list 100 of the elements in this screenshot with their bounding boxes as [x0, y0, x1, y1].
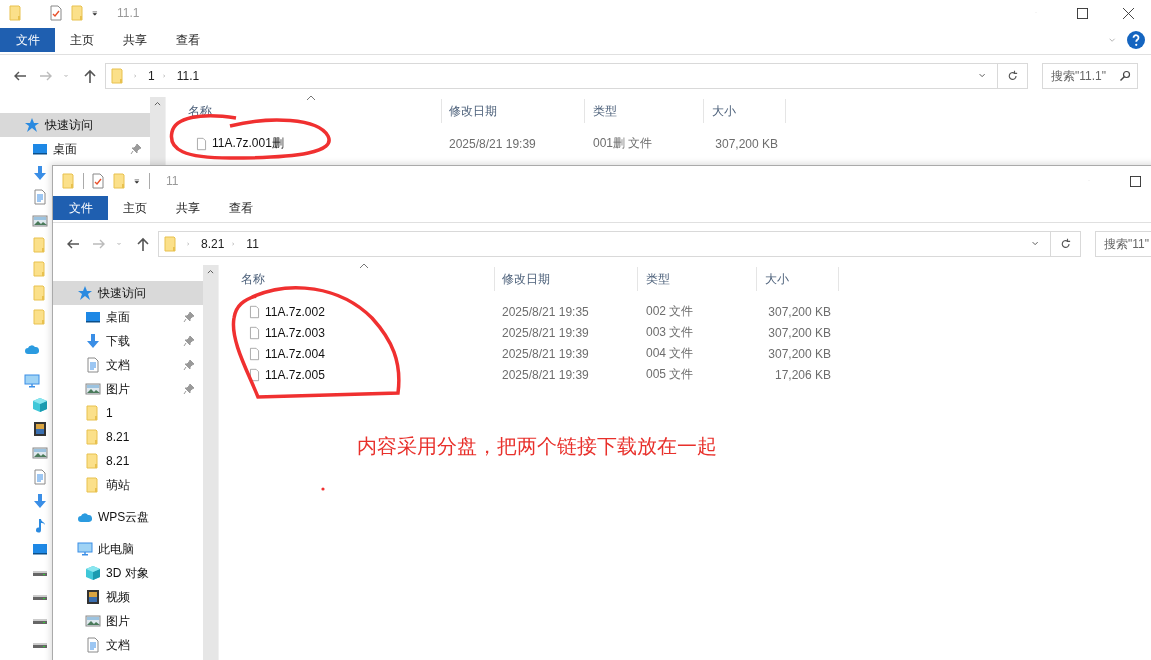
- sidebar-item[interactable]: 8.21: [53, 425, 203, 449]
- column-header[interactable]: 大小: [757, 267, 839, 291]
- sidebar-item[interactable]: 桌面: [0, 137, 150, 161]
- sidebar-item[interactable]: 此电脑: [53, 537, 203, 561]
- properties-icon[interactable]: [90, 173, 106, 189]
- sort-caret-icon: [359, 263, 369, 269]
- table-cell: 2025/8/21 19:39: [449, 136, 536, 151]
- pin-icon[interactable]: [183, 383, 195, 395]
- sidebar-item[interactable]: 文档: [53, 633, 203, 657]
- close-icon[interactable]: [1122, 7, 1134, 19]
- refresh-button[interactable]: [998, 63, 1028, 89]
- folder-icon: [32, 309, 48, 325]
- file-name[interactable]: 11A.7z.002: [265, 304, 325, 319]
- monitor-icon: [32, 541, 48, 557]
- file-icon: [248, 303, 261, 320]
- table-cell: 003 文件: [646, 325, 694, 339]
- folder-icon: [85, 405, 101, 421]
- refresh-icon: [1006, 70, 1019, 82]
- ribbon-tab[interactable]: 主页: [108, 196, 161, 220]
- document-icon: [32, 189, 48, 205]
- file-name[interactable]: 11A.7z.005: [265, 367, 325, 382]
- ribbon-tab[interactable]: 文件: [53, 196, 108, 220]
- address-field[interactable]: 8.21 11: [158, 231, 1051, 257]
- column-header[interactable]: 修改日期: [495, 267, 638, 291]
- refresh-button[interactable]: [1051, 231, 1081, 257]
- column-header[interactable]: 大小: [704, 99, 786, 123]
- star-icon: [77, 285, 93, 301]
- sidebar-item[interactable]: 快速访问: [53, 281, 203, 305]
- pin-icon[interactable]: [183, 335, 195, 347]
- table-cell: 2025/8/21 19:39: [502, 346, 589, 361]
- breadcrumb[interactable]: 8.21: [201, 237, 225, 251]
- monitor-icon: [32, 141, 48, 157]
- table-cell: 2025/8/21 19:39: [502, 325, 589, 340]
- file-name[interactable]: 11A.7z.004: [265, 346, 325, 361]
- sidebar-item[interactable]: 快速访问: [0, 113, 150, 137]
- file-name[interactable]: 11A.7z.003: [265, 325, 325, 340]
- sidebar-item[interactable]: 图片: [53, 377, 203, 401]
- search-icon: [1119, 70, 1131, 82]
- table-cell: 17,206 KB: [774, 367, 831, 382]
- window-title: 11.1: [117, 6, 140, 20]
- breadcrumb[interactable]: 11: [246, 237, 259, 251]
- annotation-text: 内容采用分盘，把两个链接下载放在一起: [357, 434, 717, 459]
- folder-icon: [110, 68, 126, 84]
- sidebar-item[interactable]: 桌面: [53, 305, 203, 329]
- cube-icon: [32, 397, 48, 413]
- folder-icon: [85, 429, 101, 445]
- up-arrow-icon[interactable]: [82, 68, 98, 84]
- scroll-up-icon[interactable]: [153, 101, 162, 107]
- maximize-icon[interactable]: [1076, 7, 1088, 19]
- ribbon-tab[interactable]: 查看: [161, 28, 214, 52]
- scrollbar[interactable]: [150, 97, 165, 165]
- help-icon[interactable]: [1127, 31, 1145, 49]
- refresh-icon: [1059, 238, 1072, 250]
- ribbon-tab[interactable]: 主页: [55, 28, 108, 52]
- sidebar-item[interactable]: 下载: [53, 329, 203, 353]
- folder-icon: [163, 236, 179, 252]
- ribbon-tab[interactable]: 共享: [108, 28, 161, 52]
- file-name[interactable]: 11A.7z.001删: [212, 135, 284, 152]
- drive-icon: [33, 618, 47, 624]
- column-header[interactable]: 修改日期: [442, 99, 585, 123]
- pin-icon[interactable]: [183, 311, 195, 323]
- down-arrow-icon: [85, 333, 101, 349]
- ribbon-tab[interactable]: 文件: [0, 28, 55, 52]
- computer-icon: [77, 541, 93, 557]
- scroll-up-icon[interactable]: [206, 269, 215, 275]
- picture-icon: [85, 613, 101, 629]
- column-header[interactable]: 类型: [638, 267, 757, 291]
- properties-icon[interactable]: [48, 5, 64, 21]
- column-header[interactable]: 类型: [585, 99, 704, 123]
- maximize-icon[interactable]: [1129, 175, 1141, 187]
- sidebar-item[interactable]: WPS云盘: [53, 505, 203, 529]
- film-icon: [85, 589, 101, 605]
- table-cell: 004 文件: [646, 346, 694, 360]
- search-field[interactable]: 搜索"11": [1095, 231, 1151, 257]
- breadcrumb[interactable]: 11.1: [176, 69, 200, 83]
- search-field[interactable]: 搜索"11.1": [1042, 63, 1138, 89]
- address-field[interactable]: 1 11.1: [105, 63, 998, 89]
- file-icon: [195, 135, 208, 152]
- drive-icon: [33, 594, 47, 600]
- breadcrumb[interactable]: 1: [148, 69, 155, 83]
- sidebar-item[interactable]: 3D 对象: [53, 561, 203, 585]
- picture-icon: [32, 213, 48, 229]
- sidebar-item[interactable]: 图片: [53, 609, 203, 633]
- sidebar-item[interactable]: 萌站: [53, 473, 203, 497]
- folder-icon: [85, 453, 101, 469]
- pin-icon[interactable]: [130, 143, 142, 155]
- sidebar-item[interactable]: 1: [53, 401, 203, 425]
- ribbon-tab[interactable]: 共享: [161, 196, 214, 220]
- sidebar-item[interactable]: 视频: [53, 585, 203, 609]
- monitor-icon: [85, 309, 101, 325]
- table-cell: 2025/8/21 19:39: [502, 367, 589, 382]
- sidebar-item[interactable]: 8.21: [53, 449, 203, 473]
- sidebar-item[interactable]: 文档: [53, 353, 203, 377]
- table-cell: 2025/8/21 19:35: [502, 304, 589, 319]
- folder-icon: [32, 285, 48, 301]
- pin-icon[interactable]: [183, 359, 195, 371]
- column-header[interactable]: 名称: [219, 267, 495, 291]
- table-cell: 002 文件: [646, 304, 694, 318]
- up-arrow-icon[interactable]: [135, 236, 151, 252]
- ribbon-tab[interactable]: 查看: [214, 196, 267, 220]
